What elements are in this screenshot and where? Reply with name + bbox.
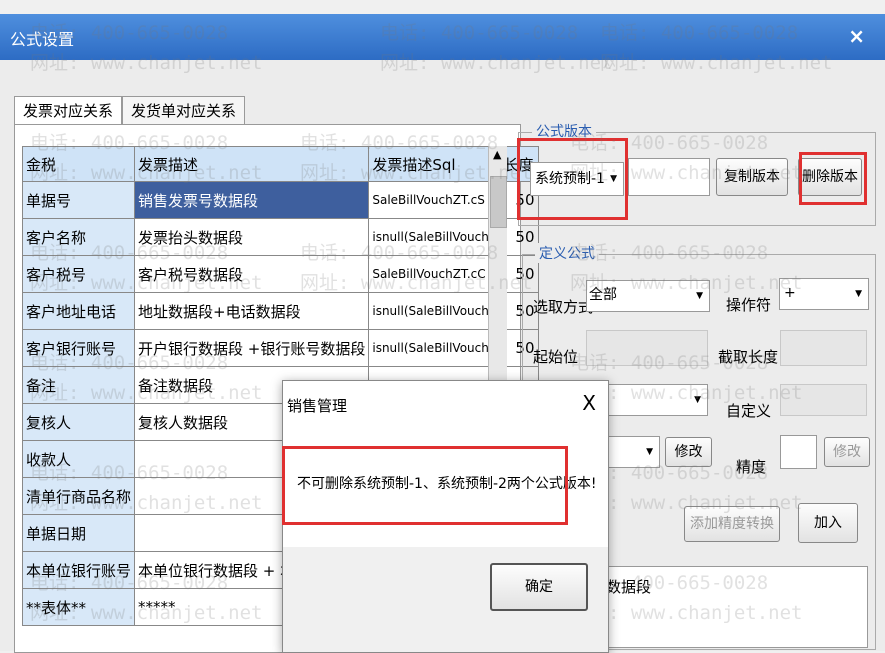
chevron-down-icon: ▼ xyxy=(646,447,653,457)
watermark-site: 网址: www.chanjet.net xyxy=(30,602,263,624)
watermark-site: 网址: www.chanjet.net xyxy=(600,52,833,74)
watermark-site: 网址: www.chanjet.net xyxy=(300,162,533,184)
watermark-phone: 电话: 400-665-0028 xyxy=(300,132,499,154)
ok-button[interactable]: 确定 xyxy=(490,563,588,611)
watermark-phone: 电话: 400-665-0028 xyxy=(570,132,769,154)
close-icon[interactable]: X xyxy=(582,391,596,415)
watermark-site: 网址: www.chanjet.net xyxy=(300,272,533,294)
watermark-site: 网址: www.chanjet.net xyxy=(30,492,263,514)
watermark-phone: 电话: 400-665-0028 xyxy=(600,22,799,44)
table-row[interactable]: 单据号 销售发票号数据段 SaleBillVouchZT.cS 50 xyxy=(21,181,539,219)
row-desc[interactable]: 销售发票号数据段 xyxy=(134,181,370,219)
tab-delivery-mapping[interactable]: 发货单对应关系 xyxy=(122,96,246,125)
watermark-site: 网址: www.chanjet.net xyxy=(570,272,803,294)
row-sql[interactable]: SaleBillVouchZT.cS xyxy=(368,181,501,219)
watermark-phone: 电话: 400-665-0028 xyxy=(300,242,499,264)
row-key[interactable]: 复核人 xyxy=(21,403,136,441)
watermark-phone: 电话: 400-665-0028 xyxy=(30,462,229,484)
row-key[interactable]: 单据日期 xyxy=(21,514,136,552)
watermark-phone: 电话: 400-665-0028 xyxy=(30,572,229,594)
row-desc[interactable]: 地址数据段+电话数据段 xyxy=(134,292,370,330)
precision-input[interactable] xyxy=(780,435,817,469)
watermark-phone: 电话: 400-665-0028 xyxy=(570,352,769,374)
add-button[interactable]: 加入 xyxy=(798,503,858,543)
tab-invoice-mapping[interactable]: 发票对应关系 xyxy=(14,96,123,125)
watermark-phone: 电话: 400-665-0028 xyxy=(380,22,579,44)
watermark-site: 网址: www.chanjet.net xyxy=(30,52,263,74)
dialog-title: 销售管理 xyxy=(287,397,348,415)
length-input[interactable] xyxy=(780,330,867,366)
chevron-down-icon: ▼ xyxy=(855,289,862,299)
table-row[interactable]: 客户地址电话 地址数据段+电话数据段 isnull(SaleBillVouch2 50 xyxy=(21,292,539,330)
watermark-site: 网址: www.chanjet.net xyxy=(30,272,263,294)
row-sql[interactable]: isnull(SaleBillVouch2 xyxy=(368,329,501,367)
row-key[interactable]: 单据号 xyxy=(21,181,136,219)
watermark-site: 网址: www.chanjet.net xyxy=(30,382,263,404)
watermark-site: 网址: www.chanjet.net xyxy=(570,162,803,184)
watermark-phone: 电话: 400-665-0028 xyxy=(30,242,229,264)
watermark-phone: 电话: 400-665-0028 xyxy=(30,352,229,374)
operator-label: 操作符 xyxy=(726,296,772,314)
highlight-delete-button xyxy=(799,152,867,205)
watermark-phone: 电话: 400-665-0028 xyxy=(570,242,769,264)
modify-precision-button[interactable]: 修改 xyxy=(824,437,870,467)
select-mode-label: 选取方式 xyxy=(533,298,594,316)
watermark-phone: 电话: 400-665-0028 xyxy=(30,22,229,44)
watermark-phone: 电话: 400-665-0028 xyxy=(30,132,229,154)
highlight-dialog-message xyxy=(282,446,568,525)
row-sql[interactable]: isnull(SaleBillVouch2 xyxy=(368,292,501,330)
watermark-site: 网址: www.chanjet.net xyxy=(30,162,263,184)
watermark-site: 网址: www.chanjet.net xyxy=(380,52,613,74)
close-icon[interactable]: × xyxy=(848,24,865,48)
row-key[interactable]: 客户地址电话 xyxy=(21,292,136,330)
